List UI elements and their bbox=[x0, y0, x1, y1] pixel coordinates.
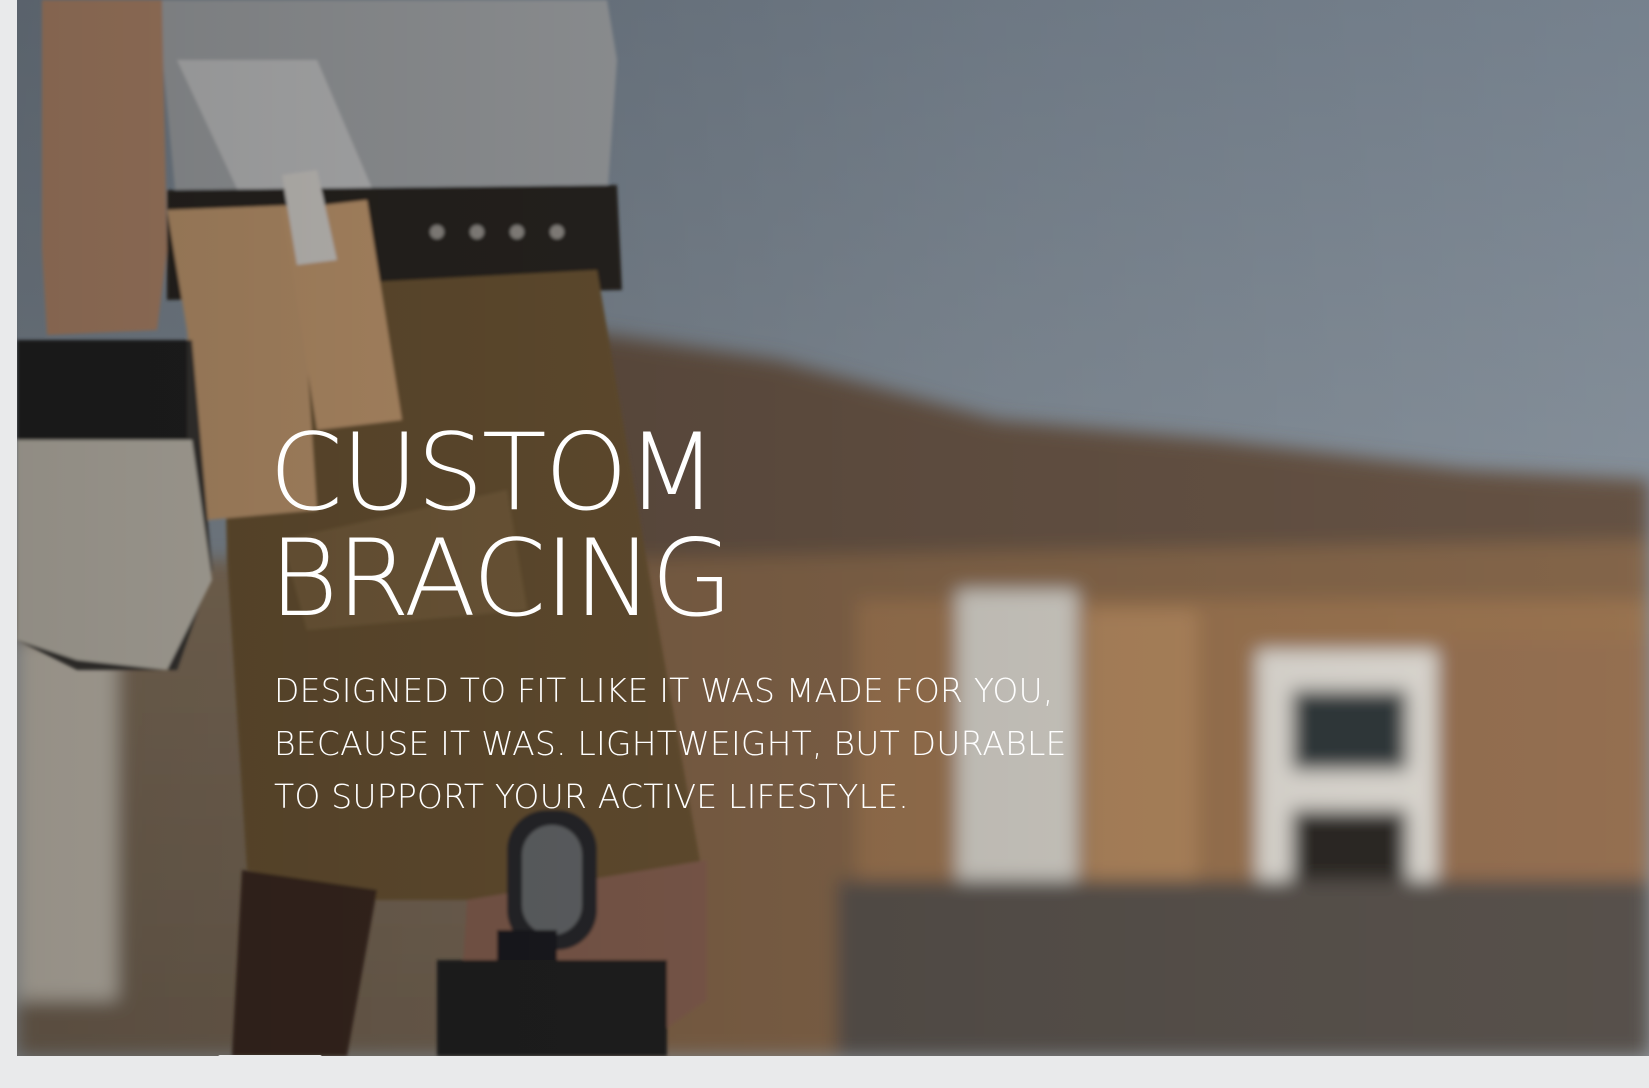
hero-description-line: DESIGNED TO FIT LIKE IT WAS MADE FOR YOU… bbox=[274, 671, 1054, 710]
hero-title-line2: BRACING bbox=[269, 517, 733, 640]
hero-overlay bbox=[17, 0, 1649, 1056]
page: CUSTOM BRACING DESIGNED TO FIT LIKE IT W… bbox=[0, 0, 1649, 1088]
section-pointer-notch bbox=[218, 1055, 322, 1085]
hero-banner: CUSTOM BRACING DESIGNED TO FIT LIKE IT W… bbox=[17, 0, 1649, 1056]
hero-title: CUSTOM BRACING bbox=[269, 411, 733, 640]
hero-description-line: TO SUPPORT YOUR ACTIVE LIFESTYLE. bbox=[274, 777, 909, 816]
hero-description-line: BECAUSE IT WAS. LIGHTWEIGHT, BUT DURABLE bbox=[274, 724, 1067, 763]
hero-description: DESIGNED TO FIT LIKE IT WAS MADE FOR YOU… bbox=[274, 664, 1094, 823]
hero-title-line1: CUSTOM bbox=[269, 411, 718, 534]
